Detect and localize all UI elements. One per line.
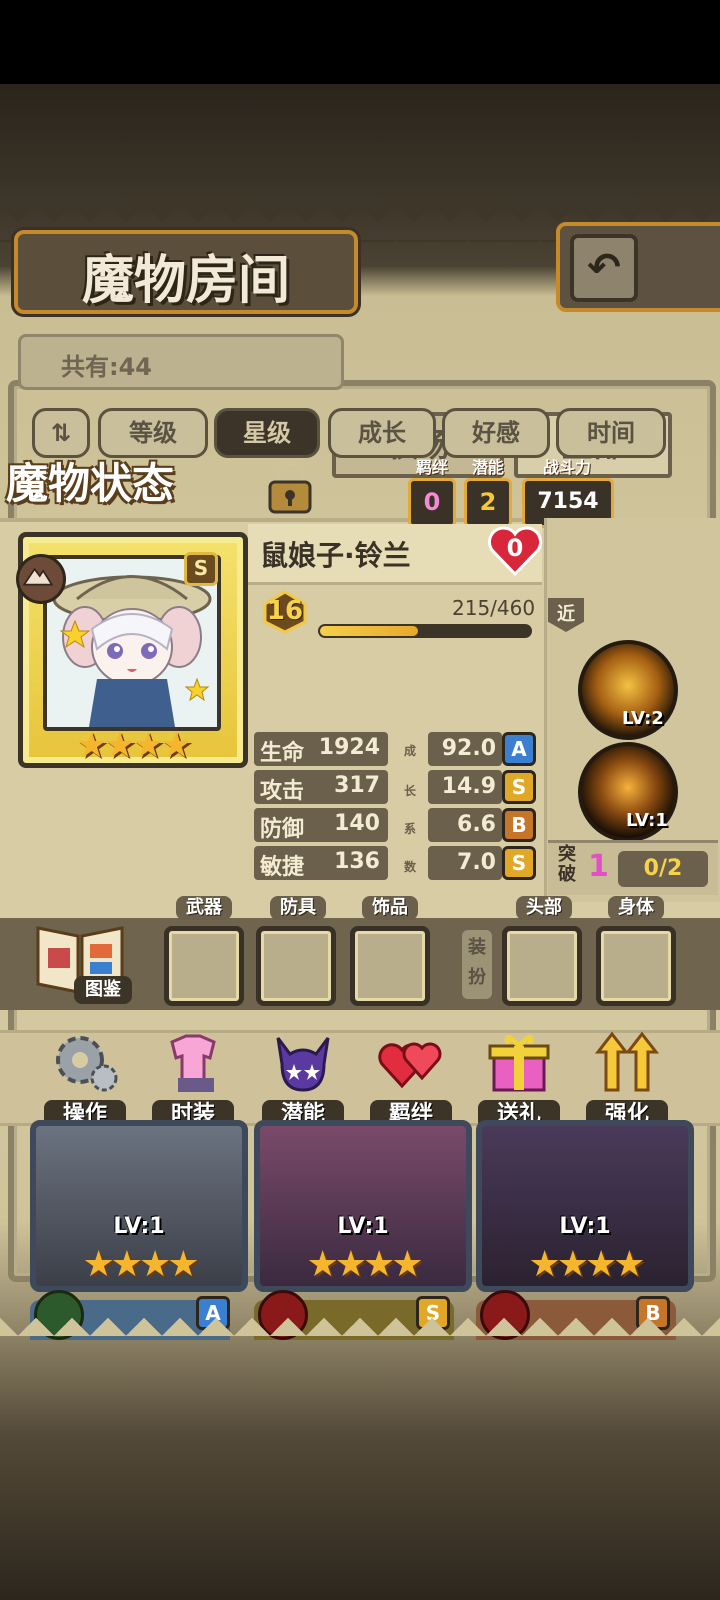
gift-button[interactable]: 送礼 — [478, 1028, 560, 1130]
demon-icon — [276, 1037, 330, 1092]
lock-icon[interactable] — [262, 460, 318, 514]
potential-value: 2 — [464, 478, 512, 528]
stat-label: 防御 — [260, 817, 305, 842]
card-level: LV:1 — [337, 1214, 389, 1239]
page-title: 魔物房间 — [81, 250, 290, 311]
gift-icon — [488, 1035, 550, 1092]
grade-badge: S — [502, 846, 536, 880]
break-progress: 0/2 — [618, 851, 708, 887]
body-slot[interactable] — [596, 926, 676, 1006]
exp-fill — [320, 626, 419, 636]
monster-card[interactable]: LV:1 ★★★★ — [30, 1120, 248, 1292]
growth-vertical-label: 长 — [404, 784, 417, 798]
stat-value: 140 — [334, 811, 380, 836]
monster-count: 共有:44 — [18, 334, 344, 390]
exp-bar — [318, 624, 532, 638]
monster-name: 鼠娘子·铃兰 — [260, 539, 411, 572]
bond-label: 羁绊 — [415, 458, 448, 477]
stat-defense: 防御 140 — [254, 808, 388, 842]
stat-label: 攻击 — [260, 779, 305, 804]
break-label: 突破 — [558, 844, 576, 885]
bond-value: 0 — [408, 478, 456, 528]
stat-label: 生命 — [260, 741, 305, 766]
card-stars: ★★★★ — [528, 1244, 645, 1285]
codex-label[interactable]: 图鉴 — [74, 976, 132, 1004]
rank-badge: S — [184, 552, 218, 586]
sort-time-button[interactable]: 时间 — [556, 408, 666, 458]
fashion-button[interactable]: 时装 — [152, 1028, 234, 1130]
upgrade-arrows-icon — [594, 1031, 660, 1092]
sort-affection-button[interactable]: 好感 — [442, 408, 550, 458]
skill-2-icon[interactable]: LV:1 — [578, 742, 678, 842]
stat-attack: 攻击 317 — [254, 770, 388, 804]
element-mountain-icon — [16, 554, 66, 604]
level-value: 16 — [266, 596, 304, 626]
potential-label: 潜能 — [471, 458, 504, 477]
stat-agility: 敏捷 136 — [254, 846, 388, 880]
stat-value: 136 — [334, 849, 380, 874]
affection-heart-icon[interactable]: 0 — [486, 522, 544, 580]
return-arrow-icon: ↶ — [570, 234, 638, 302]
grade-badge: S — [502, 770, 536, 804]
limit-break-box[interactable]: 突破 1 0/2 — [548, 840, 718, 895]
slot-label: 身体 — [608, 896, 664, 920]
stat-value: 1924 — [318, 735, 380, 760]
card-level: LV:1 — [113, 1214, 165, 1239]
skill-1-icon[interactable]: LV:2 — [578, 640, 678, 740]
armor-slot[interactable] — [256, 926, 336, 1006]
grade-badge: A — [502, 732, 536, 766]
sort-growth-button[interactable]: 成长 — [328, 408, 436, 458]
slot-label: 武器 — [176, 896, 232, 920]
stat-value: 317 — [334, 773, 380, 798]
growth-defense: 6.6 — [428, 808, 502, 842]
hearts-icon — [378, 1042, 442, 1089]
growth-vertical-label: 成 — [404, 744, 417, 758]
monster-card[interactable]: LV:1 ★★★★ — [476, 1120, 694, 1292]
growth-attack: 14.9 — [428, 770, 502, 804]
skill-level: LV:1 — [626, 810, 668, 831]
monster-stars: ★★★★ — [75, 725, 192, 766]
outfit-toggle[interactable]: 装扮 — [462, 930, 492, 999]
head-slot[interactable] — [502, 926, 582, 1006]
exit-button[interactable]: ↶ — [556, 222, 720, 312]
accessory-slot[interactable] — [350, 926, 430, 1006]
stat-hp: 生命 1924 — [254, 732, 388, 766]
grade-badge: B — [502, 808, 536, 842]
gear-icon — [56, 1036, 118, 1092]
slot-label: 防具 — [270, 896, 326, 920]
status-title: 魔物状态 — [6, 450, 246, 514]
growth-agility: 7.0 — [428, 846, 502, 880]
growth-vertical-label: 数 — [404, 860, 417, 874]
skill-level: LV:2 — [622, 708, 664, 729]
bond-button[interactable]: 羁绊 — [370, 1028, 452, 1130]
torn-paper-bottom — [0, 1300, 720, 1340]
card-stars: ★★★★ — [306, 1244, 423, 1285]
level-badge: 16 — [262, 590, 308, 634]
operate-button[interactable]: 操作 — [44, 1028, 126, 1130]
enhance-button[interactable]: 强化 — [586, 1028, 668, 1130]
weapon-slot[interactable] — [164, 926, 244, 1006]
monster-card[interactable]: LV:1 ★★★★ — [254, 1120, 472, 1292]
card-level: LV:1 — [559, 1214, 611, 1239]
outfit-icon — [170, 1034, 216, 1092]
count-label: 共有:44 — [61, 353, 152, 381]
exp-text: 215/460 — [452, 596, 536, 620]
title-plate: 魔物房间 — [14, 230, 358, 314]
growth-hp: 92.0 — [428, 732, 502, 766]
stat-label: 敏捷 — [260, 855, 305, 880]
break-value: 1 — [588, 849, 609, 884]
power-label: 战斗力 — [542, 458, 591, 477]
sort-order-icon: ⇅ — [50, 419, 72, 447]
status-title-text: 魔物状态 — [6, 459, 175, 508]
slot-label: 饰品 — [362, 896, 418, 920]
slot-label: 头部 — [516, 896, 572, 920]
card-stars: ★★★★ — [82, 1244, 199, 1285]
growth-vertical-label: 系 — [404, 822, 417, 836]
potential-button[interactable]: 潜能 — [262, 1028, 344, 1130]
affection-value: 0 — [506, 534, 524, 562]
